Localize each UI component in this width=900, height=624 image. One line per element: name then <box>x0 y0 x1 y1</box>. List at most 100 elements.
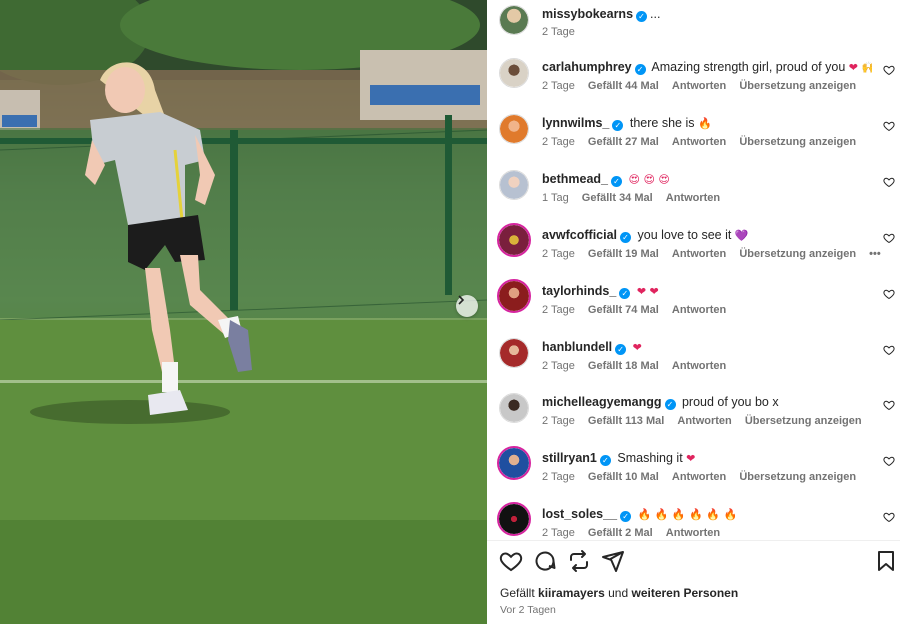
comment-item: avwfcofficial ✓ you love to see it 💜 2 Ta… <box>487 223 900 282</box>
comment-text: Amazing strength girl, proud of you <box>651 60 846 74</box>
comment-emoji: ❤ <box>686 452 696 465</box>
reply-button[interactable]: Antworten <box>666 192 720 204</box>
comment-text: Smashing it <box>617 451 683 465</box>
avatar-image <box>499 504 529 534</box>
username[interactable]: michelleagyemangg <box>542 395 662 409</box>
avatar-image <box>499 281 529 311</box>
heart-icon[interactable] <box>883 399 895 411</box>
likes-summary: Gefällt kiiramayers und weiteren Persone… <box>500 586 738 600</box>
comment-item: bethmead_ ✓ 😍 😍 😍 1 Tag Gefällt 34 Mal An… <box>487 170 900 226</box>
liked-middle: und <box>608 586 629 600</box>
username[interactable]: lost_soles__ <box>542 507 617 521</box>
avatar[interactable] <box>499 393 529 423</box>
heart-icon[interactable] <box>883 511 895 523</box>
comment-age: 2 Tage <box>542 80 575 92</box>
username[interactable]: taylorhinds_ <box>542 284 616 298</box>
heart-icon[interactable] <box>499 549 523 573</box>
divider <box>487 540 900 541</box>
comment-age: 2 Tage <box>542 136 575 148</box>
avatar[interactable] <box>497 279 531 313</box>
comment-item: hanblundell ✓ ❤ 2 Tage Gefällt 18 Mal Ant… <box>487 338 900 394</box>
comment-like-count[interactable]: Gefällt 10 Mal <box>588 471 659 483</box>
verified-badge-icon: ✓ <box>620 511 632 522</box>
comment-like-count[interactable]: Gefällt 34 Mal <box>582 192 653 204</box>
bookmark-icon[interactable] <box>874 549 898 573</box>
username[interactable]: carlahumphrey <box>542 60 632 74</box>
more-options-icon[interactable]: ••• <box>869 248 881 260</box>
liked-others-link[interactable]: weiteren Personen <box>631 586 738 600</box>
verified-badge-icon: ✓ <box>620 232 632 243</box>
action-bar <box>487 547 900 575</box>
verified-badge-icon: ✓ <box>612 120 624 131</box>
comment-list[interactable]: missybokearns ✓... 2 Tage carlahumphrey ✓ … <box>487 0 900 540</box>
username[interactable]: avwfcofficial <box>542 228 617 242</box>
comment-text: there she is <box>629 116 695 130</box>
comment-age: 2 Tage <box>542 360 575 372</box>
comment-like-count[interactable]: Gefällt 74 Mal <box>588 304 659 316</box>
reply-button[interactable]: Antworten <box>672 248 726 260</box>
reply-button[interactable]: Antworten <box>672 136 726 148</box>
comment-emoji: 🔥 <box>697 117 712 130</box>
username[interactable]: lynnwilms_ <box>542 116 609 130</box>
reply-button[interactable]: Antworten <box>672 80 726 92</box>
avatar[interactable] <box>497 223 531 257</box>
heart-icon[interactable] <box>883 455 895 467</box>
username[interactable]: bethmead_ <box>542 172 608 186</box>
avatar[interactable] <box>499 170 529 200</box>
avatar[interactable] <box>499 58 529 88</box>
verified-badge-icon: ✓ <box>615 344 627 355</box>
comment-age: 2 Tage <box>542 248 575 260</box>
verified-badge-icon: ✓ <box>599 455 611 466</box>
post-photo[interactable] <box>0 0 487 624</box>
verified-badge-icon: ✓ <box>634 64 646 75</box>
translate-button[interactable]: Übersetzung anzeigen <box>739 248 856 260</box>
liked-user-link[interactable]: kiiramayers <box>538 586 605 600</box>
avatar-image <box>500 59 528 87</box>
comment-emoji: ❤ ❤ <box>636 285 659 298</box>
comment-text: you love to see it <box>637 228 732 242</box>
avatar[interactable] <box>497 446 531 480</box>
heart-icon[interactable] <box>883 64 895 76</box>
heart-icon[interactable] <box>883 232 895 244</box>
translate-button[interactable]: Übersetzung anzeigen <box>739 136 856 148</box>
comment-like-count[interactable]: Gefällt 113 Mal <box>588 415 664 427</box>
username[interactable]: hanblundell <box>542 340 612 354</box>
liked-prefix: Gefällt <box>500 586 535 600</box>
heart-icon[interactable] <box>883 344 895 356</box>
avatar-image <box>500 115 528 143</box>
repost-icon[interactable] <box>567 549 591 573</box>
heart-icon[interactable] <box>883 120 895 132</box>
next-image-button[interactable] <box>456 295 478 317</box>
comment-item: stillryan1 ✓ Smashing it ❤ 2 Tage Gefällt… <box>487 446 900 505</box>
comment-like-count[interactable]: Gefällt 44 Mal <box>588 80 659 92</box>
heart-icon[interactable] <box>883 288 895 300</box>
photo-scene <box>0 0 487 624</box>
reply-button[interactable]: Antworten <box>666 527 720 539</box>
comment-emoji: 💜 <box>734 229 749 242</box>
comment-like-count[interactable]: Gefällt 19 Mal <box>588 248 659 260</box>
comment-item: carlahumphrey ✓ Amazing strength girl, pr… <box>487 58 900 114</box>
verified-badge-icon: ✓ <box>611 176 622 187</box>
comment-bubble-icon[interactable] <box>533 549 557 573</box>
verified-badge-icon: ✓ <box>664 399 676 410</box>
comment-like-count[interactable]: Gefällt 18 Mal <box>588 360 659 372</box>
avatar[interactable] <box>497 502 531 536</box>
reply-button[interactable]: Antworten <box>672 471 726 483</box>
comment-like-count[interactable]: Gefällt 2 Mal <box>588 527 653 539</box>
comment-like-count[interactable]: Gefällt 27 Mal <box>588 136 659 148</box>
reply-button[interactable]: Antworten <box>672 360 726 372</box>
paper-plane-icon[interactable] <box>601 549 625 573</box>
heart-icon[interactable] <box>883 176 895 188</box>
translate-button[interactable]: Übersetzung anzeigen <box>739 80 856 92</box>
reply-button[interactable]: Antworten <box>677 415 731 427</box>
avatar[interactable] <box>499 114 529 144</box>
avatar[interactable] <box>499 5 529 35</box>
username[interactable]: stillryan1 <box>542 451 597 465</box>
post-date[interactable]: Vor 2 Tagen <box>500 604 556 616</box>
avatar[interactable] <box>499 338 529 368</box>
username[interactable]: missybokearns <box>542 7 633 21</box>
translate-button[interactable]: Übersetzung anzeigen <box>739 471 856 483</box>
translate-button[interactable]: Übersetzung anzeigen <box>745 415 862 427</box>
reply-button[interactable]: Antworten <box>672 304 726 316</box>
avatar-image <box>500 394 528 422</box>
